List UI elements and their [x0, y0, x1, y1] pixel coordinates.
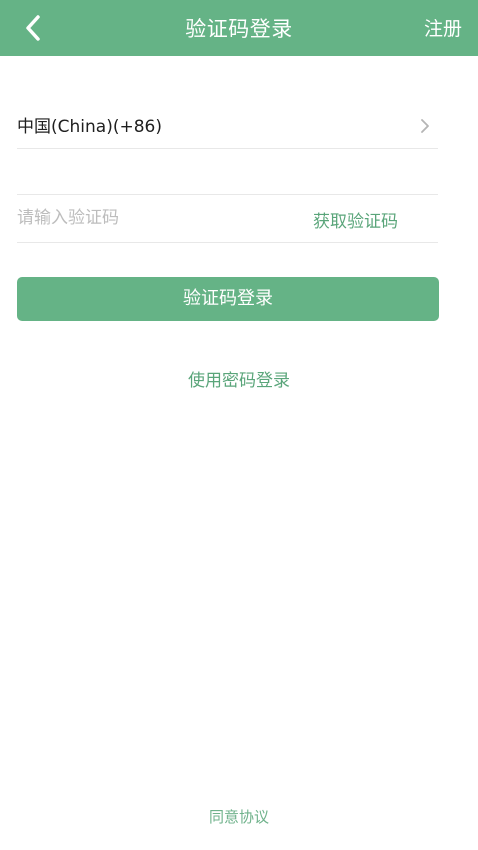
navigation-bar: 验证码登录 注册 [0, 0, 478, 56]
get-code-button[interactable]: 获取验证码 [313, 207, 398, 232]
password-login-link[interactable]: 使用密码登录 [0, 366, 478, 391]
country-code-label: 中国(China)(+86) [17, 117, 162, 137]
code-login-button[interactable]: 验证码登录 [17, 277, 439, 321]
verification-code-row: 获取验证码 [17, 194, 438, 243]
login-screen: 验证码登录 注册 中国(China)(+86) 获取验证码 验证码登录 使用密码… [0, 0, 478, 850]
verification-code-input[interactable] [17, 203, 277, 233]
country-selector[interactable]: 中国(China)(+86) [17, 104, 438, 149]
register-button[interactable]: 注册 [424, 0, 462, 56]
page-title: 验证码登录 [185, 17, 293, 41]
chevron-right-icon [421, 119, 429, 133]
agreement-link[interactable]: 同意协议 [0, 806, 478, 827]
